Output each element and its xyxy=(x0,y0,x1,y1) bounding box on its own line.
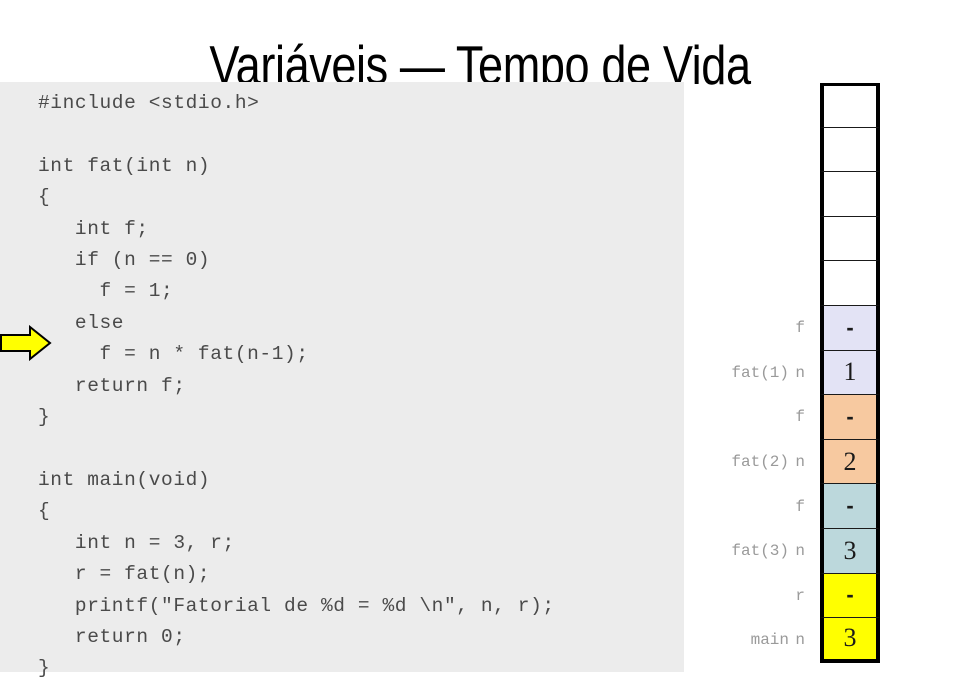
stack-cell: 3 xyxy=(820,618,880,663)
stack-row-labels: main n xyxy=(695,618,805,663)
stack-cell: - xyxy=(820,306,880,351)
stack-row xyxy=(695,83,885,128)
stack-row-labels xyxy=(695,83,805,128)
stack-frame-name: fat(3) xyxy=(731,542,789,561)
stack-variable-name: n xyxy=(795,542,805,561)
stack-frame-name: fat(1) xyxy=(731,363,789,382)
stack-cell xyxy=(820,127,880,173)
stack-frame-name: fat(2) xyxy=(731,453,789,472)
stack-row: f- xyxy=(695,395,885,440)
stack-row-labels xyxy=(695,128,805,173)
stack-row: f- xyxy=(695,484,885,529)
stack-frame-name: main xyxy=(750,631,789,650)
stack-row: main n 3 xyxy=(695,618,885,663)
stack-row-labels: fat(2) n xyxy=(695,440,805,485)
stack-cell xyxy=(820,216,880,262)
stack-row-labels: f xyxy=(695,306,805,351)
stack-row xyxy=(695,261,885,306)
stack-row-labels: f xyxy=(695,395,805,440)
stack-row-labels: fat(3) n xyxy=(695,529,805,574)
stack-row-labels xyxy=(695,172,805,217)
stack-row: f- xyxy=(695,306,885,351)
stack-cell: 1 xyxy=(820,350,880,396)
stack-cell: - xyxy=(820,395,880,440)
stack-cell xyxy=(820,261,880,306)
stack-variable-name: f xyxy=(795,408,805,427)
code-listing: #include <stdio.h> int fat(int n) { int … xyxy=(38,92,555,680)
stack-row: fat(1) n 1 xyxy=(695,350,885,396)
stack-variable-name: n xyxy=(795,453,805,472)
stack-row-labels: fat(1) n xyxy=(695,351,805,396)
stack-row xyxy=(695,127,885,173)
stack-row-labels: r xyxy=(695,574,805,619)
stack-variable-name: f xyxy=(795,319,805,338)
stack-variable-name: r xyxy=(795,586,805,605)
stack-cell xyxy=(820,172,880,217)
stack-row xyxy=(695,172,885,217)
stack-cell: 2 xyxy=(820,439,880,485)
stack-cell: 3 xyxy=(820,529,880,574)
stack-row xyxy=(695,216,885,262)
stack-variable-name: n xyxy=(795,631,805,650)
code-panel: #include <stdio.h> int fat(int n) { int … xyxy=(0,82,684,679)
stack-row: r- xyxy=(695,573,885,619)
stack-cell xyxy=(820,83,880,128)
stack-row: fat(2) n 2 xyxy=(695,439,885,485)
stack-variable-name: f xyxy=(795,497,805,516)
stack-row-labels: f xyxy=(695,484,805,529)
arrow-right-icon xyxy=(0,324,52,362)
stack-variable-name: n xyxy=(795,363,805,382)
stack-cell: - xyxy=(820,484,880,529)
stack-row-labels xyxy=(695,261,805,306)
call-stack-diagram: f - fat(1) n 1 f - fat(2) n 2 f - fat(3) n 3 r - main n 3 xyxy=(695,83,885,663)
stack-row-labels xyxy=(695,217,805,262)
stack-cell: - xyxy=(820,573,880,619)
stack-row: fat(3) n 3 xyxy=(695,529,885,574)
